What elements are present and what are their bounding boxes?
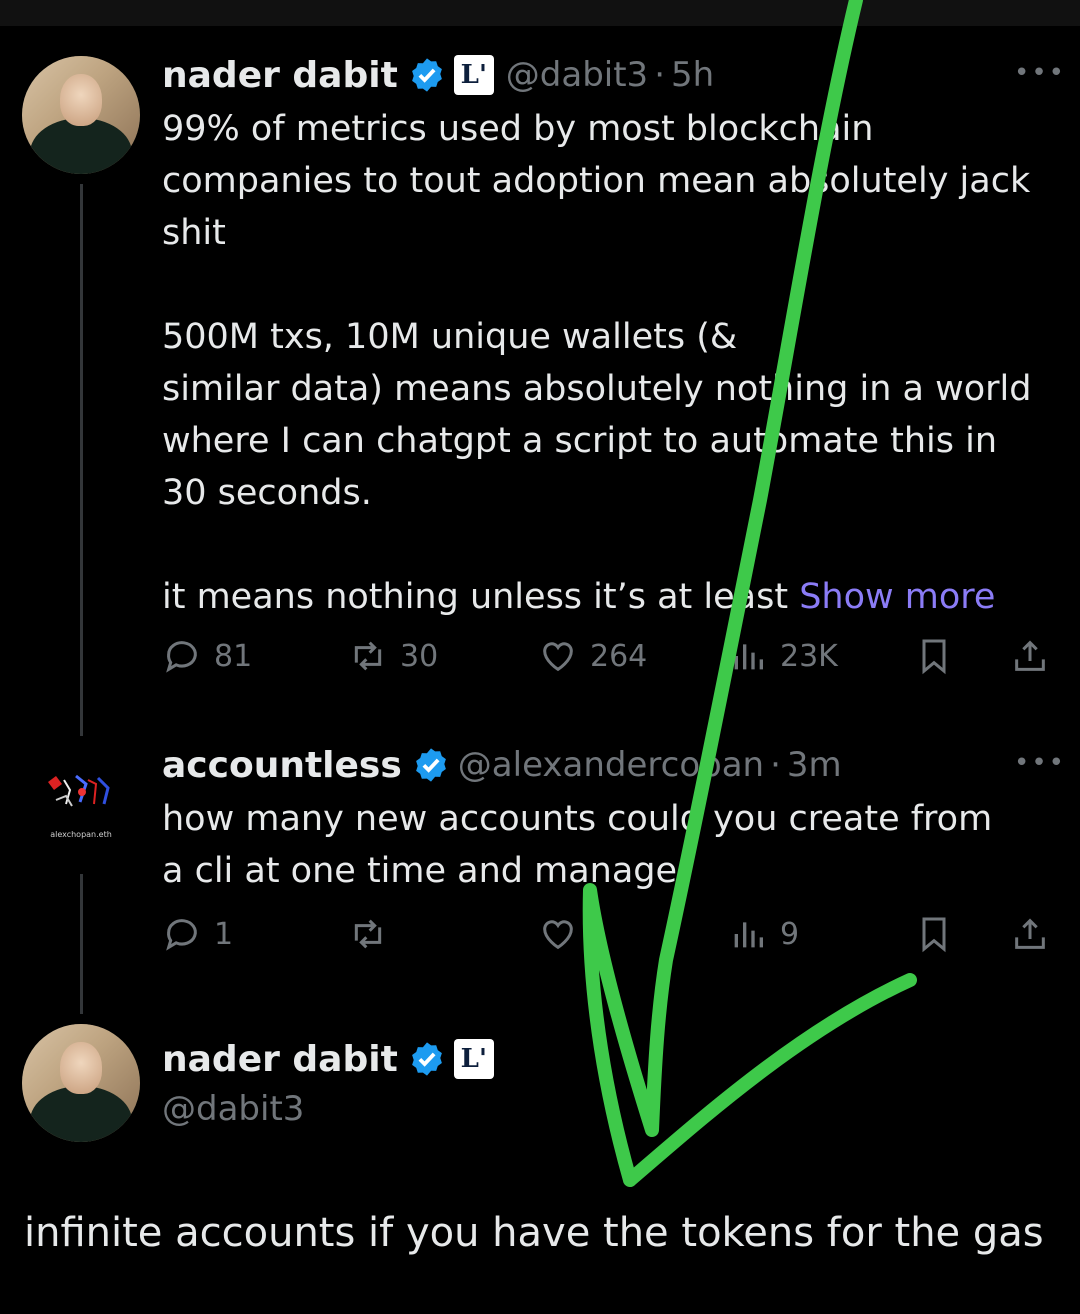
show-more-link[interactable]: Show more [799, 577, 995, 617]
reply-count: 81 [214, 638, 253, 674]
views-icon [734, 644, 763, 670]
separator-dot: · [770, 745, 781, 785]
avatar[interactable] [22, 1024, 140, 1142]
bookmark-icon [922, 639, 946, 675]
like-count: 264 [590, 638, 648, 674]
text-line: 30 seconds. [162, 473, 372, 513]
author-handle[interactable]: @dabit3 [162, 1089, 304, 1129]
author-handle[interactable]: @dabit3 [506, 55, 648, 95]
more-horizontal-icon[interactable]: ••• [1014, 748, 1066, 778]
views-button[interactable]: 9 [728, 914, 799, 954]
heart-icon [543, 920, 573, 950]
share-icon [1015, 640, 1045, 671]
share-button[interactable] [1010, 636, 1062, 676]
text-line: where I can chatgpt a script to automate… [162, 421, 998, 461]
tweet-text: how many new accounts could you create f… [162, 793, 1062, 897]
repost-button[interactable]: 30 [348, 636, 438, 676]
reply-text: infinite accounts if you have the tokens… [24, 1210, 1044, 1256]
separator-dot: · [654, 55, 666, 95]
view-count: 23K [780, 638, 838, 674]
tweet-header: accountless @alexandercopan · 3m [162, 742, 842, 788]
more-horizontal-icon[interactable]: ••• [1014, 58, 1066, 88]
tweet-text: 99% of metrics used by most blockchain c… [162, 103, 1062, 623]
tweet-actions: 81 30 264 23K [162, 636, 1062, 686]
bookmark-button[interactable] [914, 914, 966, 954]
repost-icon [354, 919, 382, 949]
reply-count: 1 [214, 916, 234, 952]
repost-button[interactable] [348, 914, 400, 954]
author-name[interactable]: accountless [162, 745, 402, 786]
tweet-header: nader dabit L' [162, 1036, 506, 1082]
avatar-signature: alexchopan.eth [50, 830, 112, 839]
reply-button[interactable]: 81 [162, 636, 252, 676]
share-icon [1015, 918, 1045, 949]
author-name[interactable]: nader dabit [162, 55, 398, 96]
author-handle[interactable]: @alexandercopan [458, 745, 764, 785]
tweet-actions: 1 9 [162, 914, 1062, 964]
views-button[interactable]: 23K [728, 636, 838, 676]
affiliate-badge-icon[interactable]: L' [453, 55, 494, 95]
reply-icon [166, 919, 197, 951]
thread-connector [80, 184, 83, 736]
bookmark-button[interactable] [914, 636, 966, 676]
text-line: 99% of metrics used by most blockchain [162, 109, 874, 149]
verified-badge-icon [411, 58, 442, 92]
text-line: shit [162, 213, 226, 253]
tweet-thread: nader dabit L' @dabit3 · 5h ••• 99% of m… [0, 0, 1080, 1314]
view-count: 9 [780, 916, 800, 952]
text-line [162, 519, 1062, 571]
reply-button[interactable]: 1 [162, 914, 233, 954]
text-line-last: it means nothing unless it’s at least [162, 577, 789, 617]
verified-badge-icon [415, 748, 446, 782]
reply-icon [166, 641, 197, 673]
avatar[interactable]: alexchopan.eth [22, 748, 140, 866]
bookmark-icon [922, 917, 946, 953]
timestamp[interactable]: 3m [787, 745, 842, 785]
repost-icon [354, 641, 382, 671]
like-button[interactable] [538, 914, 590, 954]
tweet-header: nader dabit L' @dabit3 · 5h [162, 52, 714, 98]
text-line: similar data) means absolutely nothing i… [162, 369, 1032, 409]
repost-count: 30 [400, 638, 439, 674]
text-line: a cli at one time and manage [162, 851, 678, 891]
avatar[interactable] [22, 56, 140, 174]
thread-connector [80, 874, 83, 1014]
status-bar [0, 0, 1080, 26]
timestamp[interactable]: 5h [671, 55, 714, 95]
text-line: companies to tout adoption mean absolute… [162, 161, 1031, 201]
like-button[interactable]: 264 [538, 636, 647, 676]
text-line: 500M txs, 10M unique wallets (& [162, 317, 738, 357]
verified-badge-icon [411, 1042, 442, 1076]
tweet-header: @dabit3 [162, 1086, 304, 1132]
text-line: it means nothing unless it’s at least Sh… [162, 571, 1062, 623]
affiliate-badge-icon[interactable]: L' [453, 1039, 494, 1079]
share-button[interactable] [1010, 914, 1062, 954]
author-name[interactable]: nader dabit [162, 1039, 398, 1080]
heart-icon [543, 642, 573, 672]
text-line [162, 259, 1062, 311]
text-line: how many new accounts could you create f… [162, 799, 993, 839]
avatar-art [48, 774, 110, 807]
views-icon [734, 922, 763, 948]
